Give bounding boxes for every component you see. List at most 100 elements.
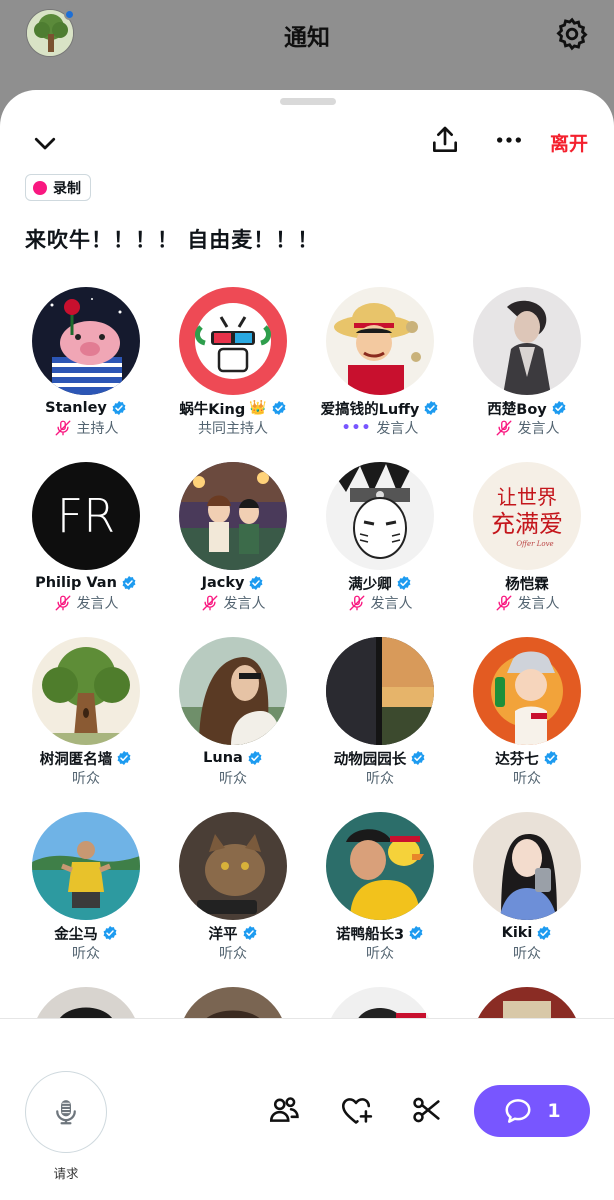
participant-role-row: 听众 — [452, 768, 602, 788]
participant-name: 洋平 — [208, 926, 238, 943]
participant-role-row: 发言人 — [158, 593, 308, 613]
participant-card[interactable]: 让世界 充满爱 Offer Love 杨恺霖 发言人 — [452, 462, 602, 632]
participant-role: 听众 — [219, 771, 247, 787]
participant-name-row: 爱搞钱的Luffy — [305, 398, 455, 418]
avatar-text-line1: 让世界 — [497, 485, 557, 509]
participant-name: 树洞匿名墙 — [39, 751, 113, 768]
participant-card[interactable]: 满少卿 发言人 — [305, 462, 455, 632]
avatar-text-line2: 充满爱 — [491, 510, 563, 538]
request-mic-button[interactable] — [25, 1071, 107, 1153]
participant-card[interactable]: 金尘马 听众 — [11, 812, 161, 982]
participant-card[interactable]: 爱搞钱的Luffy ••• 发言人 — [305, 287, 455, 457]
participant-role-row: 共同主持人 — [158, 418, 308, 438]
participant-name: 诺鸭船长3 — [335, 926, 405, 943]
scissors-icon[interactable] — [410, 1093, 444, 1127]
participant-name-row: 蜗牛King 👑 — [158, 398, 308, 418]
comments-button[interactable]: 1 — [474, 1085, 590, 1137]
participant-role: 发言人 — [223, 596, 266, 612]
verified-icon — [552, 401, 566, 415]
participant-name-row: 达芬七 — [452, 748, 602, 768]
participant-name: Philip Van — [35, 575, 117, 591]
participant-avatar — [179, 637, 287, 745]
participant-card[interactable]: 蜗牛King 👑 共同主持人 — [158, 287, 308, 457]
participant-card[interactable]: 洋平 听众 — [158, 812, 308, 982]
verified-icon — [243, 926, 256, 940]
participant-card[interactable]: 树洞匿名墙 听众 — [11, 637, 161, 807]
verified-icon — [122, 576, 136, 590]
participant-role: 发言人 — [517, 596, 560, 612]
participant-card[interactable] — [158, 987, 308, 1018]
participant-card[interactable]: Luna 听众 — [158, 637, 308, 807]
participant-name: 动物园园长 — [333, 751, 407, 768]
participant-name: 杨恺霖 — [505, 576, 549, 593]
participant-role-row: 听众 — [11, 768, 161, 788]
participant-avatar — [473, 637, 581, 745]
participant-role: 发言人 — [517, 421, 560, 437]
participant-avatar — [32, 637, 140, 745]
participant-role: 发言人 — [76, 596, 119, 612]
avatar-text-line3: Offer Love — [516, 540, 553, 548]
participant-name: 金尘马 — [54, 926, 98, 943]
space-sheet: 离开 录制 来吹牛！！！！ 自由麦！！！ Stanley 主持人 蜗牛King 👑… — [0, 90, 614, 1200]
top-bar: 通知 — [0, 0, 614, 90]
participant-avatar: FR — [32, 462, 140, 570]
participant-card[interactable]: 动物园园长 听众 — [305, 637, 455, 807]
mic-off-icon — [55, 420, 70, 436]
verified-icon — [397, 576, 411, 590]
bottom-bar: 请求 1 — [0, 1018, 614, 1200]
mic-off-icon — [202, 595, 217, 611]
participant-role: 听众 — [72, 771, 100, 787]
verified-icon — [248, 751, 262, 765]
participants-container: Stanley 主持人 蜗牛King 👑 共同主持人 爱搞钱的Luffy ••• 发… — [0, 90, 614, 1018]
participant-card[interactable]: Stanley 主持人 — [11, 287, 161, 457]
participant-name-row: Kiki — [452, 923, 602, 943]
people-icon[interactable] — [267, 1093, 301, 1127]
participant-card[interactable]: 诺鸭船长3 听众 — [305, 812, 455, 982]
participant-name: 爱搞钱的Luffy — [320, 401, 420, 418]
participant-avatar — [32, 987, 140, 1018]
gear-icon[interactable] — [554, 16, 590, 52]
participant-avatar — [473, 287, 581, 395]
participant-role: 主持人 — [76, 421, 119, 437]
verified-icon — [537, 926, 551, 940]
participant-card[interactable] — [11, 987, 161, 1018]
participant-avatar — [326, 637, 434, 745]
participant-card[interactable] — [305, 987, 455, 1018]
participant-role-row: 听众 — [452, 943, 602, 963]
comment-icon — [505, 1099, 531, 1123]
participant-role-row: 发言人 — [11, 593, 161, 613]
participant-avatar — [326, 462, 434, 570]
participant-card[interactable]: 达芬七 听众 — [452, 637, 602, 807]
verified-icon — [411, 751, 425, 765]
participant-name-row: 动物园园长 — [305, 748, 455, 768]
participant-role: 发言人 — [376, 421, 419, 437]
participant-avatar — [326, 987, 434, 1018]
participant-name: Kiki — [501, 925, 533, 941]
participant-role-row: ••• 发言人 — [305, 418, 455, 438]
mic-off-icon — [55, 595, 70, 611]
participant-card[interactable]: FR Philip Van 发言人 — [11, 462, 161, 632]
verified-icon — [424, 401, 438, 415]
participant-role: 发言人 — [370, 596, 413, 612]
participant-name: 满少卿 — [348, 576, 392, 593]
verified-icon — [272, 401, 286, 415]
participant-role: 听众 — [219, 946, 247, 962]
participant-role-row: 发言人 — [305, 593, 455, 613]
participant-card[interactable]: 西楚Boy 发言人 — [452, 287, 602, 457]
participant-name: Jacky — [201, 575, 245, 591]
participant-avatar — [179, 287, 287, 395]
avatar-logo-text: FR — [57, 489, 115, 543]
participant-role: 听众 — [72, 946, 100, 962]
participant-card[interactable]: Jacky 发言人 — [158, 462, 308, 632]
add-heart-icon[interactable] — [339, 1093, 373, 1127]
participant-avatar — [179, 462, 287, 570]
participant-role-row: 听众 — [305, 943, 455, 963]
participant-card[interactable] — [452, 987, 602, 1018]
participant-role-row: 听众 — [11, 943, 161, 963]
participant-name-row: 诺鸭船长3 — [305, 923, 455, 943]
participant-role: 听众 — [513, 946, 541, 962]
participant-card[interactable]: Kiki 听众 — [452, 812, 602, 982]
participant-role-row: 主持人 — [11, 418, 161, 438]
verified-icon — [249, 576, 263, 590]
participant-avatar — [179, 987, 287, 1018]
